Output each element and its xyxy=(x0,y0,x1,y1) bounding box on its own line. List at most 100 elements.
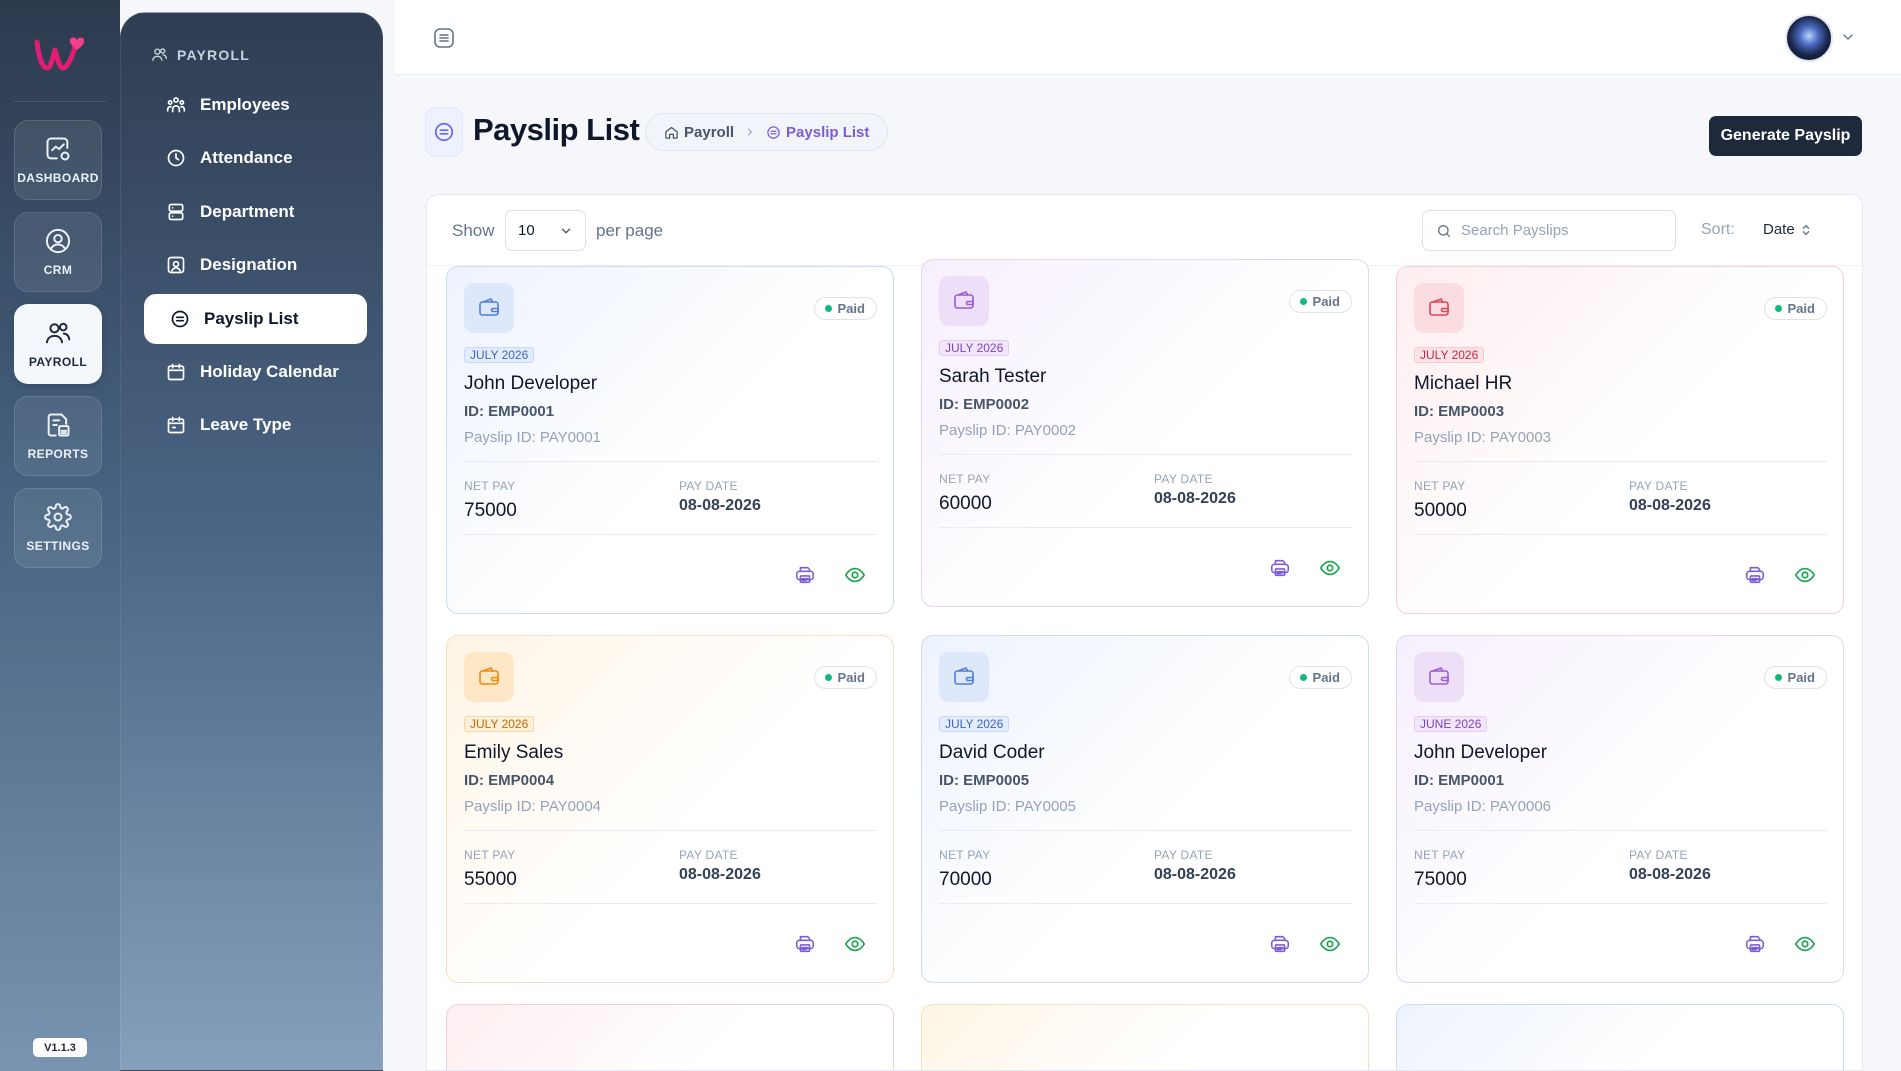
home-icon xyxy=(665,126,678,139)
payslip-icon xyxy=(434,122,454,142)
print-button[interactable] xyxy=(792,931,818,957)
submenu-item-employees[interactable]: Employees xyxy=(144,80,367,130)
print-button[interactable] xyxy=(792,562,818,588)
rail-item-payroll[interactable]: PAYROLL xyxy=(14,304,102,384)
pay-date-label: PAY DATE xyxy=(679,479,738,493)
rail-label-reports: REPORTS xyxy=(27,447,89,461)
rail-item-dashboard[interactable]: DASHBOARD xyxy=(14,120,102,200)
status-badge: Paid xyxy=(1763,297,1827,320)
payslip-card-partial xyxy=(446,1004,894,1070)
wallet-icon xyxy=(1429,667,1449,685)
view-button[interactable] xyxy=(842,931,868,957)
page-title-icon xyxy=(425,107,463,157)
rail-label-settings: SETTINGS xyxy=(26,539,90,553)
wallet-icon-tile xyxy=(464,283,514,333)
status-text: Paid xyxy=(837,301,865,316)
wallet-icon xyxy=(479,298,499,316)
employee-id: ID: EMP0004 xyxy=(464,772,555,789)
department-icon xyxy=(168,203,184,221)
rail-label-dashboard: DASHBOARD xyxy=(17,171,99,185)
pay-date-label: PAY DATE xyxy=(1629,479,1688,493)
wallet-icon-tile xyxy=(1414,652,1464,702)
wallet-icon-tile xyxy=(939,276,989,326)
status-badge: Paid xyxy=(1288,290,1352,313)
submenu-item-leave-type[interactable]: Leave Type xyxy=(144,400,367,450)
breadcrumb-label: Payslip List xyxy=(786,123,870,141)
status-dot xyxy=(824,305,832,312)
submenu-label: Department xyxy=(200,202,295,221)
user-circle-icon xyxy=(45,228,71,254)
payroll-submenu: PAYROLL Employees Attendance Department … xyxy=(120,12,383,1071)
card-divider xyxy=(464,461,877,462)
search-input[interactable] xyxy=(1461,222,1661,239)
print-button[interactable] xyxy=(1267,555,1293,581)
employee-name: Sarah Tester xyxy=(939,366,1047,387)
print-button[interactable] xyxy=(1742,931,1768,957)
submenu-label: Designation xyxy=(200,255,298,274)
app-logo[interactable] xyxy=(33,34,87,74)
sort-select[interactable]: Date xyxy=(1763,221,1812,238)
net-pay-value: 75000 xyxy=(464,500,517,521)
per-page-label: per page xyxy=(596,221,664,240)
pay-date-value: 08-08-2026 xyxy=(679,866,761,883)
rail-item-crm[interactable]: CRM xyxy=(14,212,102,292)
printer-icon xyxy=(795,566,815,584)
view-button[interactable] xyxy=(1317,555,1343,581)
rail-item-reports[interactable]: REPORTS xyxy=(14,396,102,476)
submenu-label: Holiday Calendar xyxy=(200,362,339,381)
pay-period-tag: JULY 2026 xyxy=(939,340,1010,356)
payslip-card: Paid JULY 2026 David Coder ID: EMP0005 P… xyxy=(921,635,1369,983)
net-pay-value: 60000 xyxy=(939,493,992,514)
pay-date-value: 08-08-2026 xyxy=(1154,866,1236,883)
submenu-item-department[interactable]: Department xyxy=(144,187,367,237)
designation-icon xyxy=(167,256,185,274)
payslip-id: Payslip ID: PAY0003 xyxy=(1414,429,1552,446)
generate-payslip-button[interactable]: Generate Payslip xyxy=(1709,116,1862,156)
eye-icon xyxy=(1320,936,1340,952)
payslip-id: Payslip ID: PAY0001 xyxy=(464,429,602,446)
card-divider xyxy=(464,830,877,831)
breadcrumb-item-payroll[interactable]: Payroll xyxy=(664,124,734,141)
submenu-item-holiday-calendar[interactable]: Holiday Calendar xyxy=(144,347,367,397)
view-button[interactable] xyxy=(1317,931,1343,957)
view-button[interactable] xyxy=(1792,562,1818,588)
pay-date-label: PAY DATE xyxy=(1154,472,1213,486)
menu-toggle-icon[interactable] xyxy=(432,26,456,50)
status-dot xyxy=(1299,674,1307,681)
rail-item-settings[interactable]: SETTINGS xyxy=(14,488,102,568)
status-badge: Paid xyxy=(813,297,877,320)
status-dot xyxy=(1774,674,1782,681)
pay-date-label: PAY DATE xyxy=(1154,848,1213,862)
gear-icon xyxy=(44,503,72,531)
submenu-item-payslip-list[interactable]: Payslip List xyxy=(144,294,367,344)
search-box xyxy=(1422,210,1676,251)
submenu-heading: PAYROLL xyxy=(151,46,250,63)
show-label: Show xyxy=(452,221,495,240)
status-dot xyxy=(1774,305,1782,312)
print-button[interactable] xyxy=(1267,931,1293,957)
breadcrumb-label: Payroll xyxy=(684,123,735,141)
wallet-icon xyxy=(1429,298,1449,316)
user-avatar[interactable] xyxy=(1785,14,1833,62)
view-button[interactable] xyxy=(842,562,868,588)
submenu-item-designation[interactable]: Designation xyxy=(144,240,367,290)
payslip-id: Payslip ID: PAY0005 xyxy=(939,798,1077,815)
print-button[interactable] xyxy=(1742,562,1768,588)
employee-id: ID: EMP0005 xyxy=(939,772,1030,789)
rail-label-payroll: PAYROLL xyxy=(28,355,88,369)
rail-label-crm: CRM xyxy=(43,263,73,277)
card-divider xyxy=(464,903,877,904)
status-dot xyxy=(824,674,832,681)
chevron-down-icon[interactable] xyxy=(1840,29,1856,45)
payslip-card: Paid JULY 2026 Emily Sales ID: EMP0004 P… xyxy=(446,635,894,983)
employee-id: ID: EMP0003 xyxy=(1414,403,1505,420)
view-button[interactable] xyxy=(1792,931,1818,957)
list-toolbar: Show 10 per page Sort: Date xyxy=(427,195,1862,266)
net-pay-label: NET PAY xyxy=(939,472,991,486)
submenu-item-attendance[interactable]: Attendance xyxy=(144,133,367,183)
net-pay-label: NET PAY xyxy=(464,848,516,862)
printer-icon xyxy=(795,935,815,953)
per-page-select[interactable]: 10 xyxy=(505,210,586,251)
eye-icon xyxy=(1320,560,1340,576)
card-divider xyxy=(1414,461,1827,462)
